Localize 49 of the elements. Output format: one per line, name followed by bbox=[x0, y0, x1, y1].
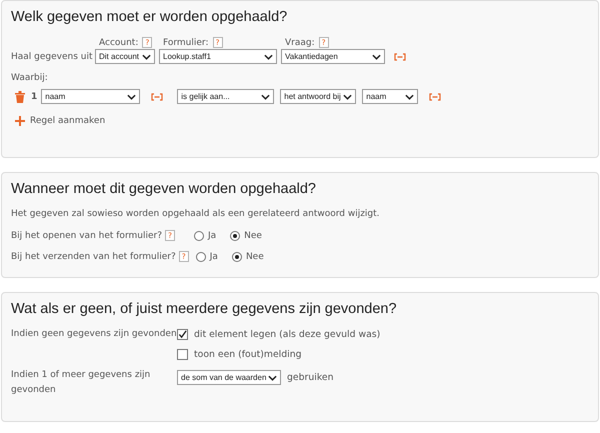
field-label: Vraag: bbox=[285, 38, 315, 48]
option-label: Ja bbox=[208, 230, 216, 240]
row-label: Indien 1 of meer gegevens zijn gevonden bbox=[11, 369, 151, 397]
row-label: Haal gegevens uit bbox=[11, 52, 93, 62]
section-title: Wat als er geen, of juist meerdere gegevens zijn gevonden? bbox=[11, 301, 398, 317]
chevron-icon bbox=[261, 94, 270, 100]
radio-button[interactable] bbox=[196, 252, 206, 262]
conditions-label: Waarbij: bbox=[11, 73, 49, 83]
field-label: Formulier: bbox=[163, 38, 208, 48]
bracket-icon[interactable] bbox=[394, 52, 406, 60]
form-dropdown[interactable]: Lookup.staff1 bbox=[159, 49, 277, 64]
bracket-icon[interactable] bbox=[429, 92, 442, 100]
chevron-icon bbox=[264, 54, 273, 60]
section-title: Welk gegeven moet er worden opgehaald? bbox=[11, 9, 288, 25]
add-rule-button[interactable]: Regel aanmaken bbox=[15, 116, 106, 126]
trash-icon[interactable] bbox=[15, 90, 25, 102]
chevron-icon bbox=[343, 94, 352, 100]
chevron-icon bbox=[405, 94, 414, 100]
aggregate-dropdown[interactable]: de som van de waarden bbox=[177, 370, 281, 385]
radio-button[interactable] bbox=[232, 252, 242, 262]
question-dropdown[interactable]: Vakantiedagen bbox=[281, 49, 385, 64]
option-label: Nee bbox=[244, 230, 262, 240]
radio-button[interactable] bbox=[230, 230, 240, 240]
field-dropdown[interactable]: naam bbox=[41, 89, 140, 104]
option-label: dit element legen (als deze gevuld was) bbox=[194, 329, 380, 340]
option-label: Nee bbox=[246, 252, 264, 262]
chevron-icon bbox=[268, 374, 277, 380]
checkbox[interactable] bbox=[177, 349, 188, 360]
chevron-icon bbox=[142, 54, 151, 60]
question-label: Bij het verzenden van het formulier? bbox=[11, 252, 176, 262]
checkbox[interactable] bbox=[177, 329, 188, 340]
chevron-icon bbox=[372, 54, 381, 60]
rule-number: 1 bbox=[31, 92, 38, 102]
question-label: Bij het openen van het formulier? bbox=[11, 230, 162, 240]
field-label: Account: bbox=[99, 38, 138, 48]
section-title: Wanneer moet dit gegeven worden opgehaald? bbox=[11, 181, 317, 197]
operator-dropdown[interactable]: is gelijk aan... bbox=[177, 89, 274, 104]
account-dropdown[interactable]: Dit account bbox=[95, 49, 155, 64]
info-text: Het gegeven zal sowieso worden opgehaald als een gerelateerd antwoord wijzigt. bbox=[11, 209, 381, 219]
bracket-icon[interactable] bbox=[151, 92, 164, 100]
plus-icon bbox=[15, 116, 25, 126]
row-label: Indien geen gegevens zijn gevonden bbox=[11, 329, 177, 339]
suffix-label: gebruiken bbox=[287, 372, 334, 383]
option-label: toon een (fout)melding bbox=[194, 349, 302, 360]
radio-button[interactable] bbox=[194, 230, 204, 240]
value-dropdown[interactable]: naam bbox=[362, 89, 418, 104]
chevron-icon bbox=[127, 94, 136, 100]
option-label: Ja bbox=[210, 252, 218, 262]
source-dropdown[interactable]: het antwoord bij bbox=[280, 89, 356, 104]
